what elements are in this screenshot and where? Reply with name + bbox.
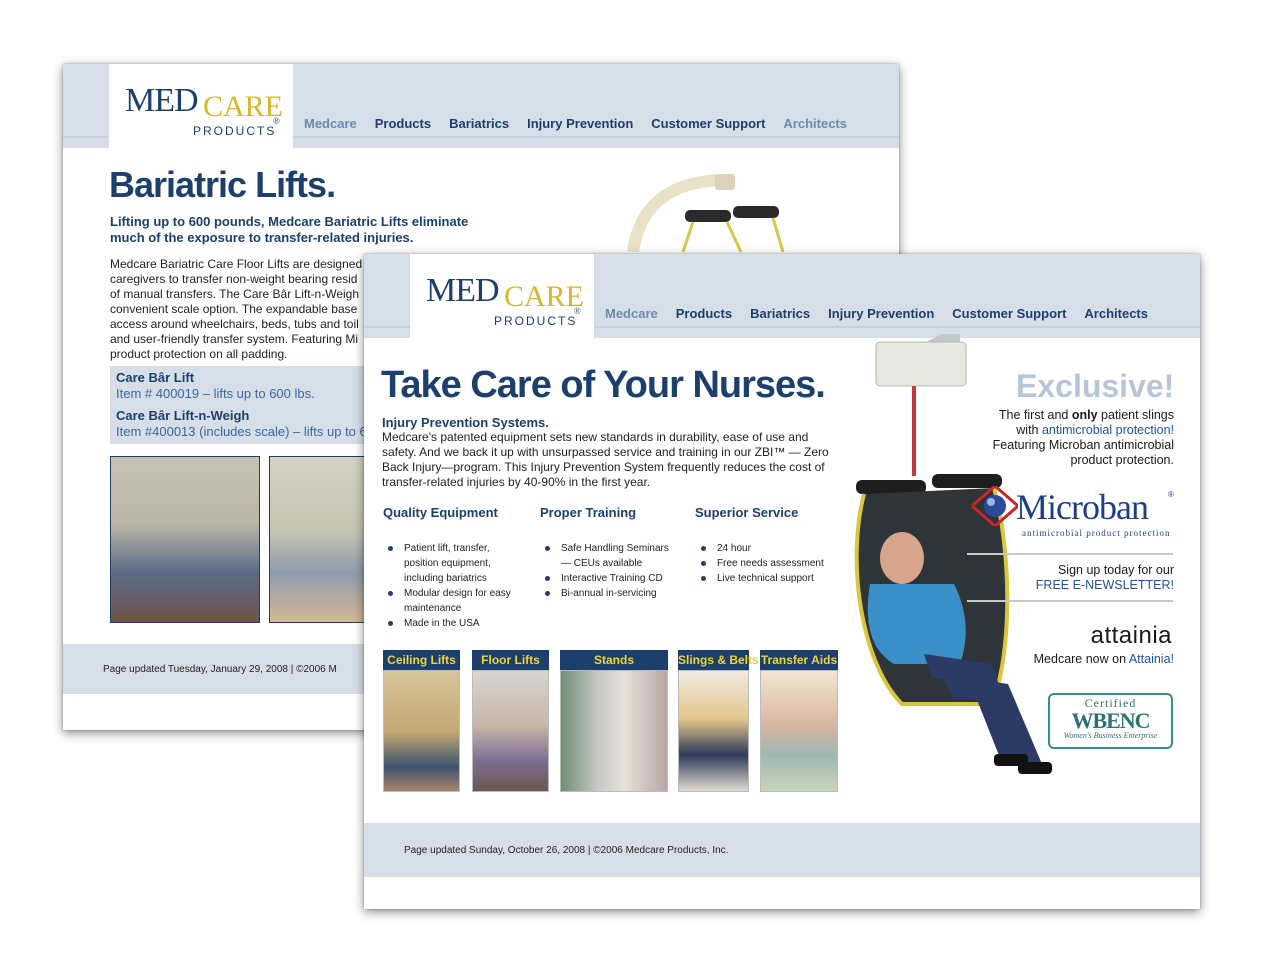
category-image	[383, 670, 460, 792]
column-heading: Proper Training	[540, 505, 637, 520]
feature-list-training: Safe Handling Seminars — CEUs available I…	[539, 541, 689, 601]
nav-architects[interactable]: Architects	[783, 116, 847, 131]
attainia-text: Medcare now on Attainia!	[1033, 652, 1174, 666]
nav-medcare[interactable]: Medcare	[605, 306, 658, 321]
wbenc-certified-badge[interactable]: Certified WBENC Women's Business Enterpr…	[1048, 693, 1173, 749]
bariatric-lift-image	[627, 174, 785, 252]
nav-architects[interactable]: Architects	[1084, 306, 1148, 321]
category-image	[678, 670, 749, 792]
list-item: Safe Handling Seminars — CEUs available	[539, 541, 689, 571]
category-label: Ceiling Lifts	[383, 650, 460, 670]
category-image	[760, 670, 838, 792]
main-nav: Medcare Products Bariatrics Injury Preve…	[304, 116, 865, 131]
nav-injury-prevention[interactable]: Injury Prevention	[527, 116, 633, 131]
list-item: Made in the USA	[382, 616, 532, 631]
category-transfer-aids[interactable]: Transfer Aids	[760, 650, 838, 792]
microban-tagline: antimicrobial product protection	[1022, 528, 1171, 538]
logo-products: PRODUCTS	[494, 314, 578, 328]
nav-products[interactable]: Products	[676, 306, 732, 321]
intro-text: Medcare's patented equipment sets new st…	[382, 430, 829, 489]
product-desc: Item # 400019 – lifts up to 600 lbs.	[116, 386, 315, 401]
logo-care: CARE	[504, 280, 585, 313]
page-subtitle: Lifting up to 600 pounds, Medcare Bariat…	[110, 214, 469, 245]
category-label: Stands	[560, 650, 668, 670]
page-title: Bariatric Lifts.	[109, 164, 336, 205]
column-heading: Quality Equipment	[383, 505, 498, 520]
attainia-logo[interactable]: attainia	[974, 622, 1172, 650]
page-title: Take Care of Your Nurses.	[381, 364, 826, 406]
microban-emblem-icon	[972, 486, 1018, 526]
list-item: Modular design for easy maintenance	[382, 586, 532, 616]
exclusive-heading: Exclusive!	[1016, 368, 1175, 404]
feature-list-service: 24 hour Free needs assessment Live techn…	[695, 541, 845, 586]
category-label: Slings & Belts	[678, 650, 759, 670]
nav-products[interactable]: Products	[375, 116, 431, 131]
product-name[interactable]: Care Bâr Lift	[116, 370, 374, 386]
category-label: Transfer Aids	[760, 650, 838, 670]
medcare-logo[interactable]: MED CARE ® PRODUCTS	[109, 64, 293, 148]
lift-photo-1	[110, 456, 260, 623]
main-nav: Medcare Products Bariatrics Injury Preve…	[605, 306, 1166, 321]
logo-products: PRODUCTS	[193, 124, 277, 138]
divider	[967, 600, 1173, 602]
logo-med: MED	[125, 82, 199, 119]
category-image	[560, 670, 668, 792]
nav-customer-support[interactable]: Customer Support	[952, 306, 1066, 321]
nav-bariatrics[interactable]: Bariatrics	[750, 306, 810, 321]
product-list: Care Bâr Lift Item # 400019 – lifts up t…	[110, 366, 380, 444]
antimicrobial-link[interactable]: antimicrobial protection!	[1042, 423, 1174, 437]
product-name[interactable]: Care Bâr Lift-n-Weigh	[116, 408, 374, 424]
list-item: Live technical support	[695, 571, 845, 586]
logo-med: MED	[426, 272, 500, 309]
microban-logo[interactable]: Microban ® antimicrobial product protect…	[972, 482, 1176, 542]
intro-heading: Injury Prevention Systems.	[382, 415, 549, 430]
feature-list-equipment: Patient lift, transfer, position equipmen…	[382, 541, 532, 631]
product-desc: Item #400013 (includes scale) – lifts up…	[116, 424, 367, 439]
list-item: Free needs assessment	[695, 556, 845, 571]
category-slings-belts[interactable]: Slings & Belts	[678, 650, 759, 792]
lift-photo-2	[269, 456, 379, 623]
medcare-logo[interactable]: MED CARE ® PRODUCTS	[410, 254, 594, 338]
exclusive-text: The first and only patient slings with a…	[992, 408, 1174, 467]
category-stands[interactable]: Stands	[560, 650, 668, 792]
attainia-link[interactable]: Attainia!	[1129, 652, 1174, 666]
microban-wordmark: Microban	[1016, 487, 1149, 527]
column-heading: Superior Service	[695, 505, 799, 520]
newsletter-signup: Sign up today for our FREE E-NEWSLETTER!	[974, 563, 1174, 593]
list-item: Patient lift, transfer, position equipmen…	[382, 541, 532, 586]
category-ceiling-lifts[interactable]: Ceiling Lifts	[383, 650, 460, 792]
footer: Page updated Sunday, October 26, 2008 | …	[364, 823, 1200, 877]
home-page-screenshot: MED CARE ® PRODUCTS Medcare Products Bar…	[364, 254, 1200, 909]
category-label: Floor Lifts	[472, 650, 549, 670]
nav-medcare[interactable]: Medcare	[304, 116, 357, 131]
nav-customer-support[interactable]: Customer Support	[651, 116, 765, 131]
logo-care: CARE	[203, 90, 284, 123]
nav-injury-prevention[interactable]: Injury Prevention	[828, 306, 934, 321]
nav-bariatrics[interactable]: Bariatrics	[449, 116, 509, 131]
list-item: 24 hour	[695, 541, 845, 556]
newsletter-link[interactable]: FREE E-NEWSLETTER!	[974, 578, 1174, 593]
category-floor-lifts[interactable]: Floor Lifts	[472, 650, 549, 792]
list-item: Bi-annual in-servicing	[539, 586, 689, 601]
category-image	[472, 670, 549, 792]
divider	[967, 553, 1173, 555]
list-item: Interactive Training CD	[539, 571, 689, 586]
